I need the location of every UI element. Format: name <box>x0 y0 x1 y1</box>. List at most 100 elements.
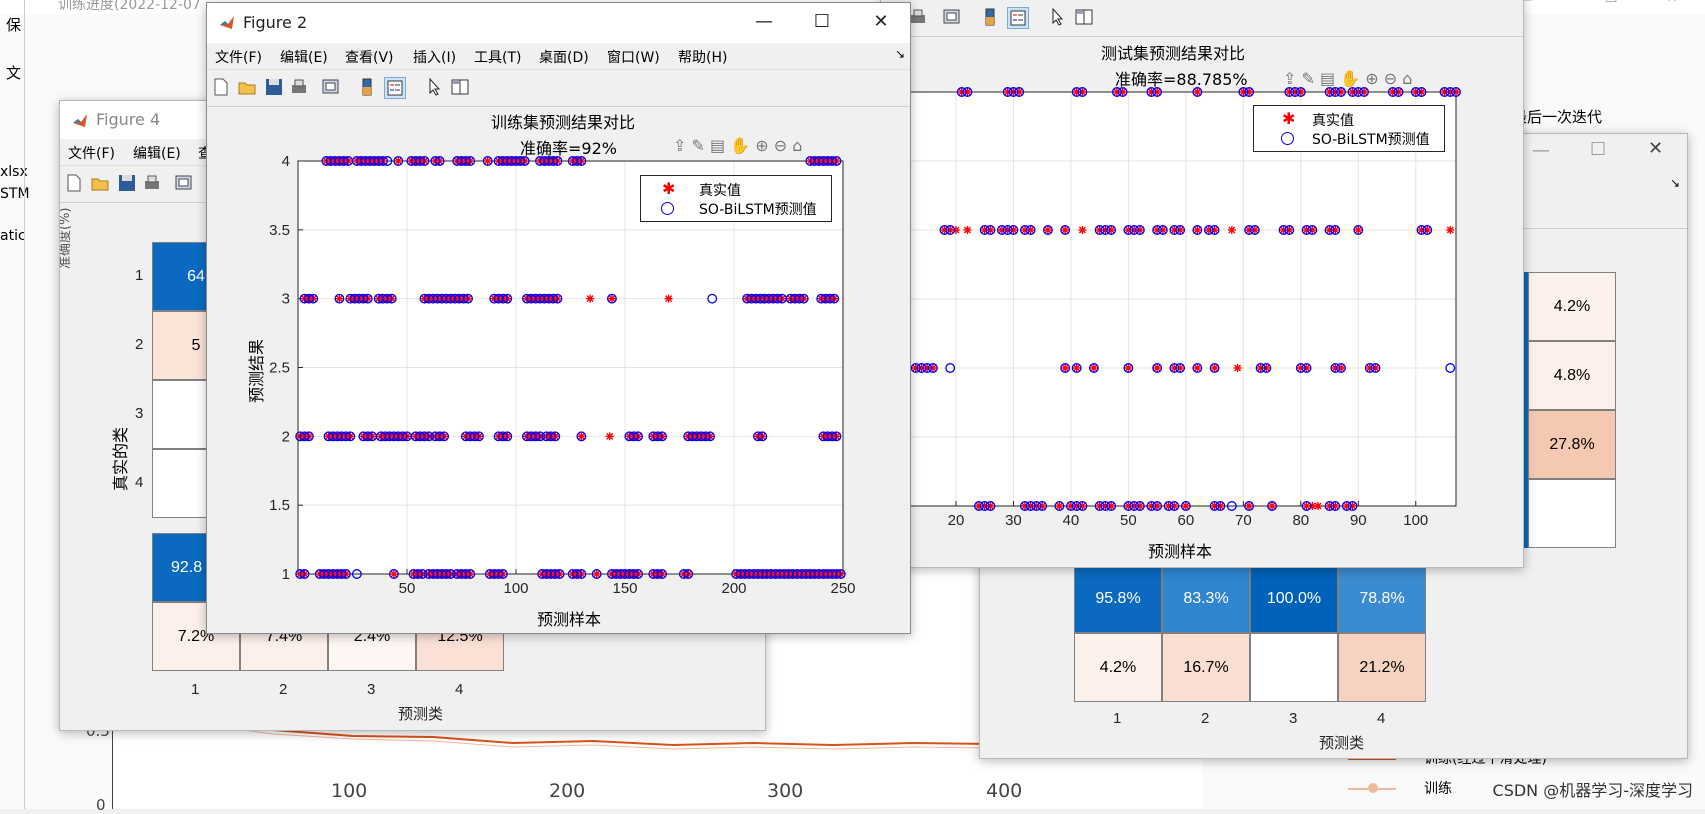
figure4-col-label-1: 1 <box>191 681 200 698</box>
matlab-icon <box>72 113 88 129</box>
figure2-window: Figure 2 — ☐ ✕ 文件(F) 编辑(E) 查看(V) 插入(I) 工… <box>206 2 911 634</box>
figure4-col-label-4: 4 <box>455 681 464 698</box>
figure4-row-label-2: 2 <box>135 336 144 353</box>
training-x-tick-400: 400 <box>986 780 1023 802</box>
true-value-marker <box>1233 364 1242 372</box>
figure2-ylabel: 预测结果 <box>247 338 266 403</box>
csdn-watermark: CSDN @机器学习-深度学习 <box>1492 781 1693 800</box>
close-icon[interactable]: ✕ <box>1666 0 1678 6</box>
figure5-col-summary-top-2: 83.3% <box>1162 564 1250 633</box>
figure3-legend-marker-pred <box>1281 132 1294 145</box>
figure5-col-summary-top-4: 78.8% <box>1338 564 1426 633</box>
figure4-row-label-3: 3 <box>135 405 144 422</box>
figure4-row-label-1: 1 <box>135 267 144 284</box>
true-value-marker <box>963 226 972 234</box>
x-tick-label: 100 <box>503 580 528 597</box>
figure4-accuracy-clipped-label: 准确度(%) <box>59 207 73 270</box>
left-clip-atic: atic <box>0 228 26 244</box>
x-tick-label: 30 <box>1005 512 1022 529</box>
figure2-xlabel: 预测样本 <box>537 610 602 629</box>
y-tick-label: 2 <box>282 428 290 445</box>
figure5-minimize-icon[interactable]: — <box>1532 140 1550 161</box>
figure4-ylabel: 真实的类 <box>111 426 130 491</box>
figure5-maximize-icon[interactable]: ☐ <box>1590 139 1606 160</box>
figure4-menu-file[interactable]: 文件(F) <box>68 143 115 163</box>
figure5-col-label-3: 3 <box>1289 710 1298 727</box>
figure5-col-summary-top-1: 95.8% <box>1074 564 1162 633</box>
figure4-open-icon[interactable] <box>90 173 110 193</box>
figure5-col-summary-top-3: 100.0% <box>1250 564 1338 633</box>
x-tick-label: 100 <box>1403 512 1428 529</box>
figure5-close-icon[interactable]: ✕ <box>1648 138 1663 159</box>
left-panel-divider <box>24 0 25 809</box>
figure2-legend: ✱ 真实值 SO-BiLSTM预测值 <box>640 175 832 222</box>
figure5-row-summary-2: 4.8% <box>1528 341 1616 410</box>
figure5-col-summary-bottom-1: 4.2% <box>1074 633 1162 702</box>
x-tick-label: 150 <box>612 580 637 597</box>
figure4-figure-icon[interactable] <box>174 173 194 193</box>
y-tick-label: 4 <box>282 153 290 170</box>
figure2-plot: 50 100 150 200 250 1 1.5 2 2.5 3 3.5 4 <box>269 153 855 597</box>
figure4-col-label-3: 3 <box>367 681 376 698</box>
figure3-window: 测试集预测结果对比 准确率=88.785% ⇪ ✎ ▤ ✋ ⊕ ⊖ ⌂ 1020… <box>880 0 1524 568</box>
x-tick-label: 50 <box>399 580 416 597</box>
x-tick-label: 90 <box>1350 512 1367 529</box>
x-tick-label: 70 <box>1235 512 1252 529</box>
figure3-plot: 102030405060708090100 <box>881 87 1461 529</box>
maximize-icon[interactable]: ☐ <box>1605 0 1618 6</box>
true-value-marker <box>1446 226 1455 234</box>
y-tick-label: 1.5 <box>269 497 290 514</box>
figure5-col-label-2: 2 <box>1201 710 1210 727</box>
last-iteration-note: 最后一次迭代 <box>1512 108 1603 126</box>
x-tick-label: 200 <box>721 580 746 597</box>
figure3-legend-marker-true: ✱ <box>1282 109 1296 128</box>
figure2-legend-pred-label: SO-BiLSTM预测值 <box>699 202 817 218</box>
figure5-row-summary-1: 4.2% <box>1528 272 1616 341</box>
figure4-new-icon[interactable] <box>64 173 84 193</box>
left-clip-stm: STM <box>0 186 30 202</box>
x-tick-label: 250 <box>830 580 855 597</box>
training-x-tick-100: 100 <box>331 780 368 802</box>
y-tick-label: 3.5 <box>269 222 290 239</box>
figure4-row-label-4: 4 <box>135 474 144 491</box>
figure5-col-summary-bottom-2: 16.7% <box>1162 633 1250 702</box>
figure2-legend-marker-true: ✱ <box>662 179 676 198</box>
figure5-col-label-1: 1 <box>1113 710 1122 727</box>
true-value-marker <box>1078 226 1087 234</box>
figure3-legend-pred-label: SO-BiLSTM预测值 <box>1312 132 1430 148</box>
figure2-legend-true-label: 真实值 <box>699 183 741 199</box>
x-tick-label: 50 <box>1120 512 1137 529</box>
true-value-marker <box>1227 226 1236 234</box>
x-tick-label: 40 <box>1063 512 1080 529</box>
training-x-tick-200: 200 <box>549 780 586 802</box>
figure2-legend-marker-pred <box>661 202 674 215</box>
figure5-xlabel: 预测类 <box>1319 734 1365 752</box>
figure3-xlabel: 预测样本 <box>1148 542 1213 561</box>
y-tick-label: 1 <box>282 566 290 583</box>
figure4-title: Figure 4 <box>96 110 161 129</box>
y-tick-label: 2.5 <box>269 360 290 377</box>
figure4-menu-edit[interactable]: 编辑(E) <box>133 143 181 163</box>
figure4-xlabel: 预测类 <box>398 705 444 723</box>
training-y-zero: 0 <box>96 796 106 814</box>
figure3-legend: ✱ 真实值 SO-BiLSTM预测值 <box>1253 105 1445 152</box>
true-value-marker <box>664 294 673 303</box>
figure3-legend-true-label: 真实值 <box>1312 113 1354 129</box>
true-value-marker <box>1314 502 1323 510</box>
figure4-col-label-2: 2 <box>279 681 288 698</box>
true-value-marker <box>586 294 595 303</box>
legend-train-label: 训练 <box>1424 781 1452 797</box>
x-tick-label: 20 <box>948 512 965 529</box>
y-tick-label: 3 <box>282 291 290 308</box>
left-clip-save[interactable]: 保 <box>6 14 21 35</box>
figure5-row-summary-3: 27.8% <box>1528 410 1616 479</box>
x-tick-label: 60 <box>1178 512 1195 529</box>
training-window-title: 训练进度(2022-12-07 ... <box>58 0 219 13</box>
left-clip-file[interactable]: 文 <box>6 62 21 83</box>
figure5-row-summary-4 <box>1528 479 1616 548</box>
figure5-dock-icon[interactable]: ↘ <box>1670 176 1680 190</box>
true-value-marker <box>605 432 614 441</box>
figure4-save-icon[interactable] <box>117 173 137 193</box>
figure5-col-summary-bottom-4: 21.2% <box>1338 633 1426 702</box>
figure4-print-icon[interactable] <box>142 173 162 193</box>
